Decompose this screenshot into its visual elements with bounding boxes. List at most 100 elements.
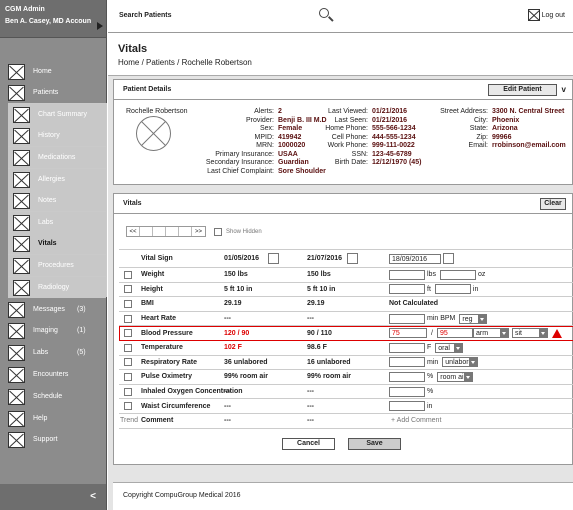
bp-site-select[interactable]: arm	[473, 328, 509, 339]
collapse-sidebar-button[interactable]: <	[0, 484, 106, 510]
pager-page[interactable]	[153, 227, 166, 236]
date-2-checkbox[interactable]	[347, 253, 359, 264]
cell: ---	[224, 399, 231, 413]
vital-select[interactable]: reg	[459, 313, 488, 324]
sidebar-item-radiology[interactable]: Radiology	[8, 277, 106, 298]
cell	[124, 399, 132, 413]
row-checkbox[interactable]	[124, 314, 132, 323]
row-checkbox[interactable]	[124, 270, 132, 279]
row-checkbox[interactable]	[124, 299, 132, 308]
bp-systolic-input[interactable]: 75	[389, 328, 427, 339]
cell	[124, 283, 132, 297]
new-date-input[interactable]: 18/09/2016	[389, 253, 441, 264]
cell: 90 / 110	[307, 326, 332, 340]
collapse-panel-icon[interactable]: v	[562, 85, 566, 94]
sidebar-item-patients[interactable]: Patients	[0, 82, 106, 103]
breadcrumb[interactable]: Home / Patients / Rochelle Robertson	[118, 58, 252, 67]
vital-value-2: 5 ft 10 in	[307, 285, 336, 293]
top-bar: Search Patients Log out	[108, 0, 573, 33]
cell: 36 unlabored	[224, 356, 268, 370]
row-checkbox[interactable]	[124, 387, 132, 396]
account-menu[interactable]: CGM Admin Ben A. Casey, MD Accoun	[0, 0, 106, 38]
caret-right-icon[interactable]	[97, 22, 103, 30]
vital-value-2: 29.19	[307, 300, 325, 308]
vital-input[interactable]	[389, 284, 425, 295]
vital-select[interactable]: oral	[435, 342, 464, 353]
sidebar-item-messages[interactable]: Messages (3)	[0, 299, 106, 320]
sidebar-item-procedures[interactable]: Procedures	[8, 255, 106, 276]
vital-input[interactable]	[389, 342, 425, 353]
sidebar-item-medications[interactable]: Medications	[8, 147, 106, 168]
row-checkbox[interactable]	[124, 329, 132, 338]
sidebar-item-vitals[interactable]: Vitals	[8, 233, 106, 254]
logout-button[interactable]: Log out	[527, 9, 565, 21]
pager-page[interactable]	[140, 227, 153, 236]
unit-label: in	[427, 402, 433, 410]
vital-select[interactable]: unlabored	[442, 357, 479, 368]
patient-info-row: Primary Insurance: USAA	[178, 151, 327, 160]
sidebar-item-labs[interactable]: Labs (5)	[0, 342, 106, 363]
patient-info-value[interactable]: rrobinson@email.com	[492, 142, 566, 151]
show-hidden-toggle[interactable]: Show Hidden	[214, 228, 262, 236]
vital-value-2: 98.6 F	[307, 344, 327, 352]
search-patients-label[interactable]: Search Patients	[119, 12, 172, 19]
row-checkbox[interactable]	[124, 285, 132, 294]
vital-input[interactable]	[389, 371, 425, 382]
row-checkbox[interactable]	[124, 343, 132, 352]
vital-select[interactable]: room air	[437, 371, 474, 382]
clear-button[interactable]: Clear	[540, 198, 566, 210]
vital-input-2[interactable]	[439, 269, 476, 280]
sidebar-item-label: Radiology	[38, 284, 70, 291]
trend-label[interactable]: Trend	[120, 417, 138, 424]
vital-label: Comment	[141, 417, 174, 425]
bp-position-select[interactable]: sit	[512, 328, 548, 339]
vital-value-1: ---	[224, 388, 231, 396]
row-checkbox[interactable]	[124, 358, 132, 367]
save-button[interactable]: Save	[348, 438, 401, 450]
sidebar-item-history[interactable]: History	[8, 125, 106, 146]
vital-input-2[interactable]	[434, 284, 471, 295]
sidebar-item-notes[interactable]: Notes	[8, 190, 106, 211]
sidebar-item-support[interactable]: Support	[0, 429, 106, 450]
pager-last-button[interactable]: >>	[192, 227, 205, 236]
patient-info-value: Sore Shoulder	[278, 167, 326, 175]
sidebar-item-chart-summary[interactable]: Chart Summary	[8, 104, 106, 125]
vital-input[interactable]	[389, 269, 425, 280]
row-checkbox[interactable]	[124, 402, 132, 411]
pager-first-button[interactable]: <<	[127, 227, 140, 236]
cancel-button[interactable]: Cancel	[282, 438, 335, 450]
edit-patient-button[interactable]: Edit Patient	[488, 84, 557, 96]
pager-page[interactable]	[179, 227, 192, 236]
table-row: Pulse Oximetry 99% room air 99% room air% r…	[119, 370, 573, 385]
main-content: Vitals Home / Patients / Rochelle Robert…	[108, 34, 573, 510]
table-row: Weight 150 lbs 150 lbs lbs oz	[119, 268, 573, 283]
vital-input[interactable]	[389, 313, 425, 324]
vital-input[interactable]	[389, 357, 425, 368]
show-hidden-checkbox[interactable]	[214, 228, 222, 236]
cell: lbs oz	[389, 268, 485, 282]
row-checkbox[interactable]	[124, 372, 132, 381]
add-comment-link[interactable]: + Add Comment	[391, 417, 441, 424]
sidebar-item-imaging[interactable]: Imaging (1)	[0, 320, 106, 341]
sidebar-item-encounters[interactable]: Encounters	[0, 364, 106, 385]
sidebar-item-home[interactable]: Home	[0, 61, 106, 82]
sidebar-item-help[interactable]: Help	[0, 408, 106, 429]
sidebar-item-label: Help	[33, 415, 48, 422]
vital-input[interactable]	[389, 401, 425, 412]
sidebar-item-label: Home	[33, 68, 52, 75]
cell: 75 /95	[389, 326, 473, 340]
search-icon[interactable]	[319, 8, 329, 18]
bp-separator: /	[431, 329, 433, 337]
vital-input[interactable]	[389, 386, 425, 397]
patient-info-key: Email:	[468, 142, 488, 149]
sidebar-item-labs[interactable]: Labs	[8, 212, 106, 233]
sidebar-item-schedule[interactable]: Schedule	[0, 386, 106, 407]
date-3-checkbox[interactable]	[443, 253, 454, 264]
sidebar-item-label: History	[38, 132, 60, 139]
sidebar-item-allergies[interactable]: Allergies	[8, 169, 106, 190]
bp-diastolic-input[interactable]: 95	[436, 328, 473, 339]
cell: ---	[307, 414, 314, 428]
date-1-checkbox[interactable]	[268, 253, 280, 264]
pager-page[interactable]	[166, 227, 179, 236]
patient-info-key: Primary Insurance:	[215, 150, 274, 158]
